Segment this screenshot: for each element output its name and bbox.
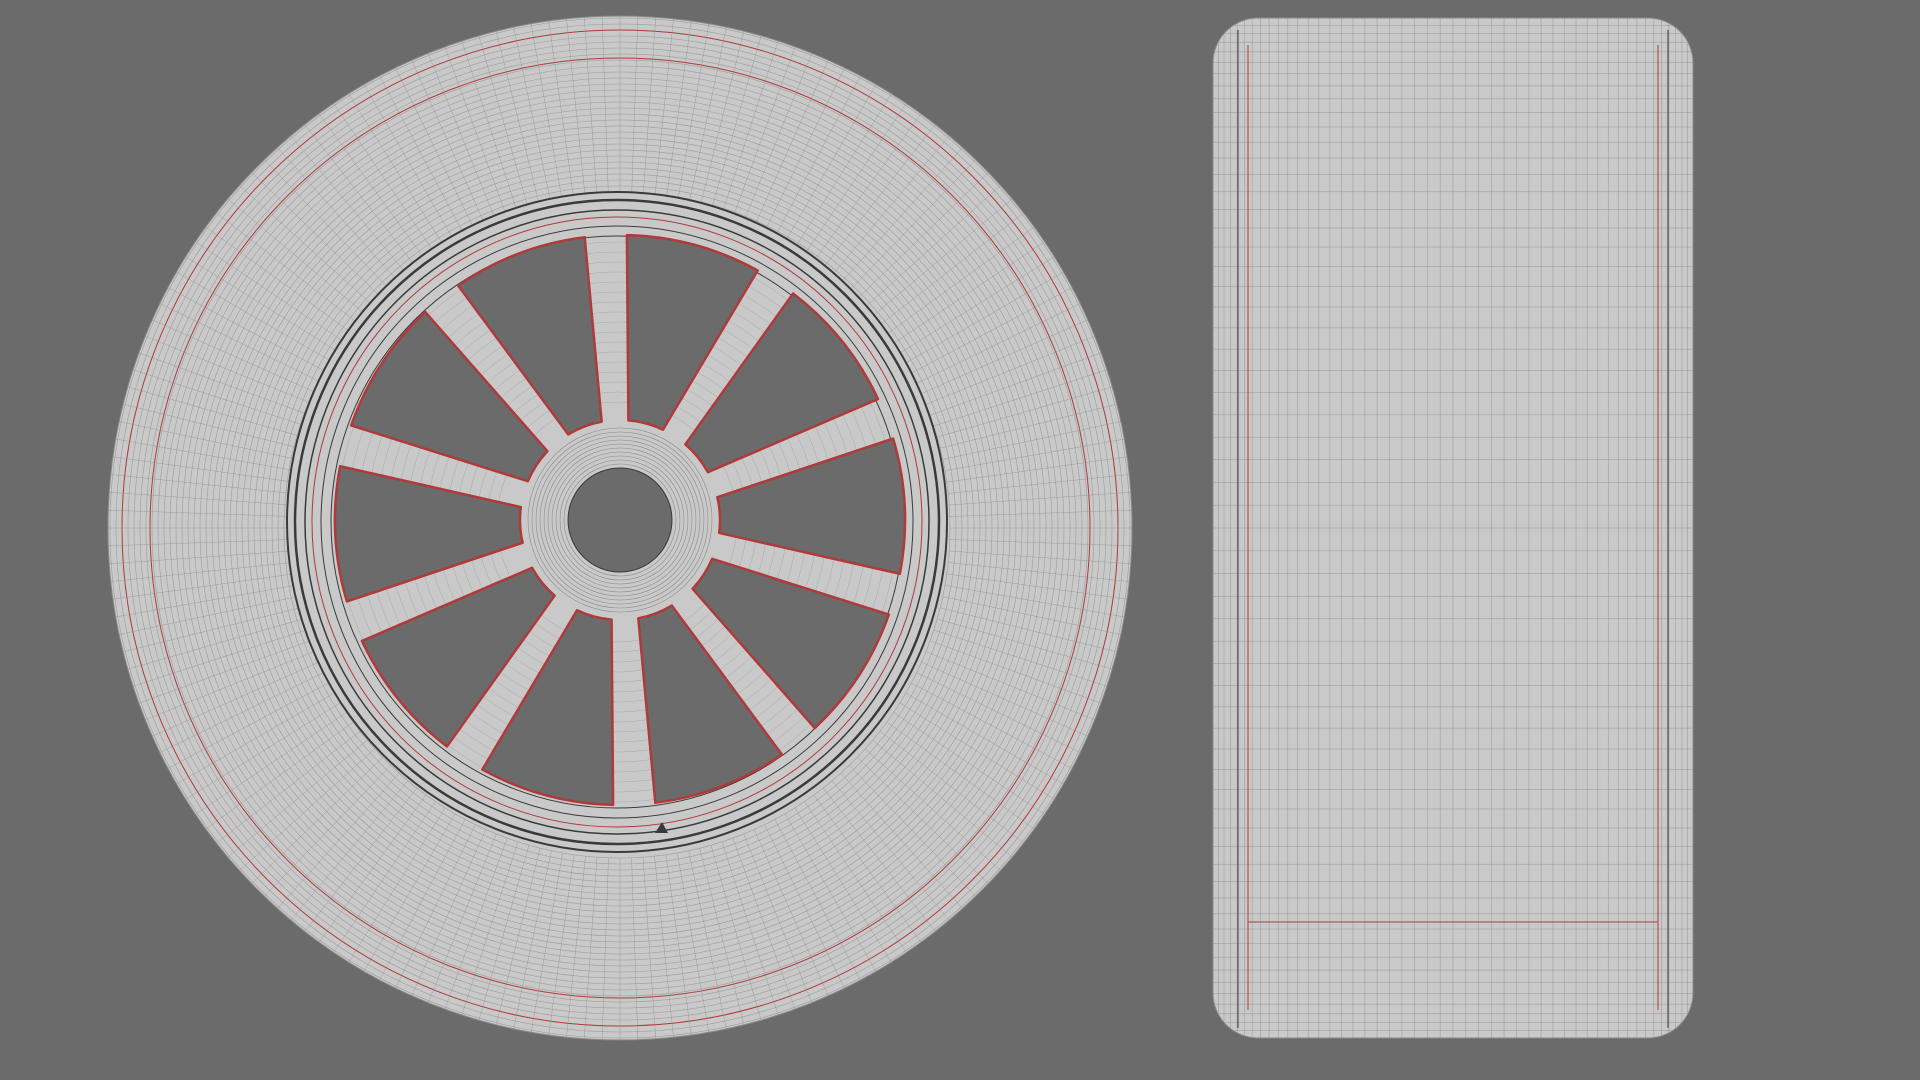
- hub-bore: [567, 467, 673, 573]
- wireframe-scene: [107, 15, 1694, 1041]
- wheel-front-view[interactable]: [107, 15, 1133, 1041]
- 3d-viewport[interactable]: [0, 0, 1920, 1080]
- tire-side-view[interactable]: [1212, 17, 1694, 1039]
